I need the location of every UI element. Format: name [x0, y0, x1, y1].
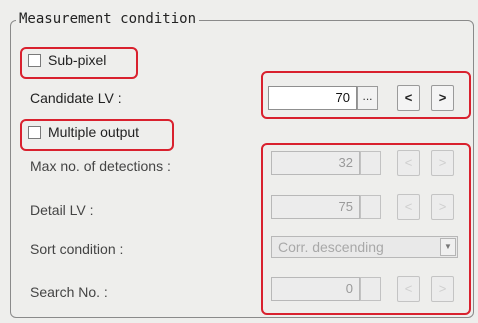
- candidate-lv-label: Candidate LV :: [30, 90, 122, 106]
- search-no-increment-button: >: [431, 276, 454, 302]
- chevron-down-icon: ▼: [440, 238, 456, 256]
- candidate-lv-decrement-button[interactable]: <: [397, 85, 420, 111]
- multiple-output-label: Multiple output: [48, 124, 140, 140]
- subpixel-label: Sub-pixel: [48, 52, 107, 68]
- search-no-input: 0: [271, 277, 360, 301]
- sort-condition-select: Corr. descending ▼: [271, 236, 458, 258]
- detail-lv-increment-button: >: [431, 194, 454, 220]
- detail-lv-numpad-button: [360, 195, 381, 219]
- candidate-lv-increment-button[interactable]: >: [431, 85, 454, 111]
- detail-lv-input: 75: [271, 195, 360, 219]
- detail-lv-label: Detail LV :: [30, 202, 94, 218]
- subpixel-checkbox-row[interactable]: Sub-pixel: [28, 52, 106, 68]
- detail-lv-decrement-button: <: [397, 194, 420, 220]
- candidate-lv-input[interactable]: 70: [268, 86, 357, 110]
- max-detections-decrement-button: <: [397, 150, 420, 176]
- max-detections-numpad-button: [360, 151, 381, 175]
- multiple-output-checkbox-row[interactable]: Multiple output: [28, 124, 139, 140]
- candidate-lv-numpad-button[interactable]: ...: [357, 86, 378, 110]
- group-title: Measurement condition: [16, 10, 200, 28]
- max-detections-input: 32: [271, 151, 360, 175]
- search-no-numpad-button: [360, 277, 381, 301]
- search-no-label: Search No. :: [30, 284, 108, 300]
- sort-condition-value: Corr. descending: [278, 239, 384, 255]
- max-detections-label: Max no. of detections :: [30, 158, 171, 174]
- max-detections-increment-button: >: [431, 150, 454, 176]
- search-no-decrement-button: <: [397, 276, 420, 302]
- multiple-output-checkbox[interactable]: [28, 125, 41, 139]
- sort-condition-label: Sort condition :: [30, 241, 124, 257]
- subpixel-checkbox[interactable]: [28, 53, 41, 67]
